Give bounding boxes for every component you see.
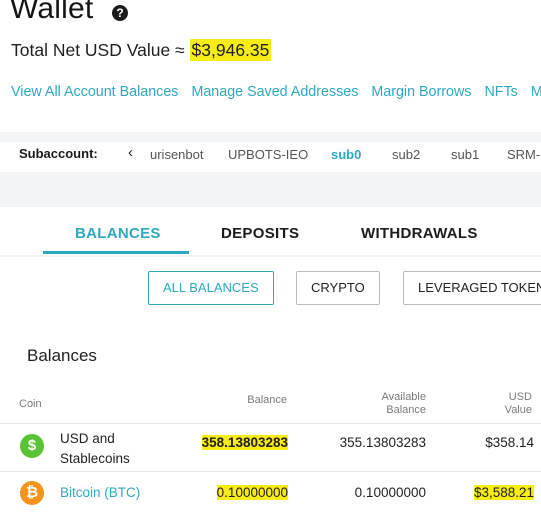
coin-usd-value-text: $3,588.21	[473, 485, 534, 500]
balances-panel: ALL BALANCES CRYPTO LEVERAGED TOKENS Bal…	[0, 257, 541, 513]
coin-balance: 0.10000000	[186, 485, 288, 500]
help-icon[interactable]: ?	[112, 5, 128, 21]
link-nfts[interactable]: NFTs	[484, 84, 517, 100]
net-value-label: Total Net USD Value ≈	[11, 40, 190, 60]
link-manage-addresses[interactable]: Manage Saved Addresses	[191, 84, 358, 100]
link-margin-borrows[interactable]: Margin Borrows	[371, 84, 471, 100]
tab-balances[interactable]: BALANCES	[75, 225, 161, 242]
active-tab-indicator	[43, 251, 189, 254]
coin-balance: 358.13803283	[186, 435, 288, 450]
tab-deposits[interactable]: DEPOSITS	[221, 225, 299, 242]
subaccount-label: Subaccount:	[19, 146, 98, 161]
total-net-value: Total Net USD Value ≈ $3,946.35	[11, 39, 272, 61]
column-available-1[interactable]: Available	[360, 391, 426, 403]
tab-bar: BALANCES DEPOSITS WITHDRAWALS	[0, 207, 541, 255]
coin-available: 0.10000000	[354, 485, 426, 500]
column-available-2[interactable]: Balance	[360, 404, 426, 416]
subaccount-item-sub1[interactable]: sub1	[451, 147, 479, 162]
tab-withdrawals[interactable]: WITHDRAWALS	[361, 225, 478, 242]
divider	[0, 132, 541, 142]
coin-usd-value: $3,588.21	[460, 485, 534, 500]
column-usd-2[interactable]: Value	[480, 404, 532, 416]
table-row[interactable]: ₿ Bitcoin (BTC) 0.10000000 0.10000000 $3…	[0, 471, 541, 513]
net-value-amount: $3,946.35	[189, 39, 272, 61]
table-header: Coin Balance Available Balance USD Value	[0, 385, 541, 423]
section-title: Balances	[27, 346, 97, 365]
subaccount-item-upbots-ieo[interactable]: UPBOTS-IEO	[228, 147, 308, 162]
coin-available: 355.13803283	[339, 435, 426, 450]
page-title: Wallet	[10, 0, 94, 25]
subaccount-bar: Subaccount: ‹ urisenbot UPBOTS-IEO sub0 …	[0, 142, 541, 172]
subaccount-item-urisenbot[interactable]: urisenbot	[150, 147, 203, 162]
coin-name-line2: Stablecoins	[60, 451, 130, 466]
subaccount-item-sub0[interactable]: sub0	[331, 147, 361, 162]
table-row[interactable]: $ USD and Stablecoins 358.13803283 355.1…	[0, 423, 541, 471]
column-balance[interactable]: Balance	[230, 394, 287, 406]
coin-balance-value: 358.13803283	[201, 435, 288, 450]
filter-leveraged-tokens[interactable]: LEVERAGED TOKENS	[403, 271, 541, 305]
column-coin[interactable]: Coin	[19, 398, 42, 410]
wallet-header: Wallet ? Total Net USD Value ≈ $3,946.35…	[0, 0, 541, 132]
link-misc[interactable]: Mis	[531, 84, 541, 100]
filter-all-balances[interactable]: ALL BALANCES	[148, 271, 274, 305]
wallet-links: View All Account Balances Manage Saved Ad…	[11, 84, 541, 100]
dollar-icon: $	[20, 434, 44, 458]
coin-name-link[interactable]: Bitcoin (BTC)	[60, 485, 140, 500]
coin-name-line1: USD and	[60, 431, 115, 446]
subaccount-item-srm[interactable]: SRM-l	[507, 147, 541, 162]
divider	[0, 172, 541, 207]
subaccount-item-sub2[interactable]: sub2	[392, 147, 420, 162]
coin-balance-value: 0.10000000	[216, 485, 288, 500]
filter-crypto[interactable]: CRYPTO	[296, 271, 380, 305]
coin-usd-value: $358.14	[485, 435, 534, 450]
bitcoin-icon: ₿	[20, 481, 44, 505]
chevron-left-icon[interactable]: ‹	[128, 144, 133, 161]
link-view-all-balances[interactable]: View All Account Balances	[11, 84, 178, 100]
column-usd-1[interactable]: USD	[480, 391, 532, 403]
